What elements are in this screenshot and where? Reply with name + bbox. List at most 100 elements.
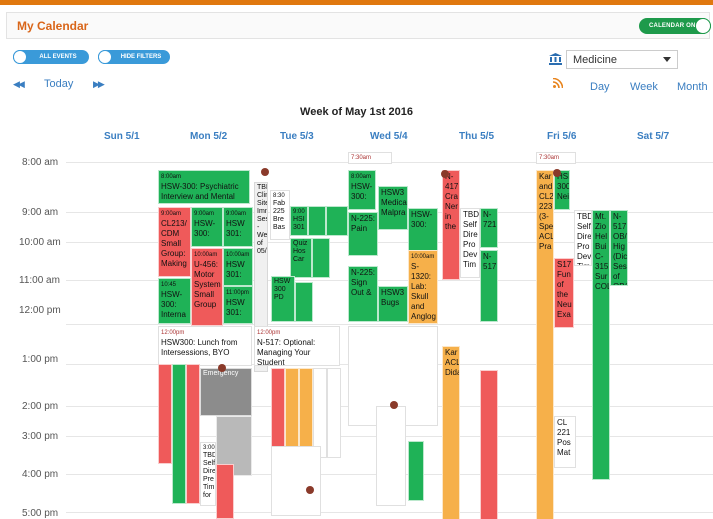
event-tue-hsi301[interactable]: 9:00 HSI 301 [290,206,308,236]
day-header-wed[interactable]: Wed 5/4 [370,131,408,142]
day-header-sun[interactable]: Sun 5/1 [104,131,140,142]
day-header-sat[interactable]: Sat 5/7 [637,131,669,142]
week-title: Week of May 1st 2016 [300,106,413,118]
event-tue-hsi301-b[interactable] [308,206,326,236]
month-view-link[interactable]: Month [677,81,708,93]
event-tue-late[interactable] [271,446,321,516]
event-mon-tbd[interactable]: 3:00 TBD Self Dire Pre Tim for [200,442,216,506]
event-thu-n721[interactable]: N-721 [480,208,498,248]
next-week-icon[interactable]: ▶▶ [93,79,105,90]
day-header-fri[interactable]: Fri 5/6 [547,131,576,142]
week-view-link[interactable]: Week [630,81,658,93]
event-mon-late-1[interactable] [216,464,234,519]
event-wed-hsw300[interactable]: 8:00am HSW-300: [348,170,376,210]
event-title: HSW3 Bugs [381,288,405,307]
event-mon-hsw300-b[interactable]: 10:45 HSW-300: Interna [158,278,191,324]
event-fri-s17[interactable]: S17 Fun of the Neu Exa [554,258,574,328]
event-wed-n225-signout[interactable]: N-225: Sign Out & [348,266,378,322]
event-title: N-517: Optional: Managing Your Student [257,338,316,366]
event-title: TBD Self Dire Pro Dev Tim [577,212,592,265]
event-mon-u456[interactable]: 10:00am U-456: Motor System Small Group [191,248,223,326]
event-mon-emergency[interactable]: Emergency [200,368,252,416]
event-mon-hsw301-c[interactable]: 11:00pm HSW 301: [223,286,253,324]
event-mon-afternoon-3[interactable] [186,364,200,504]
calendar-on-toggle[interactable]: CALENDAR ON [639,18,711,34]
event-title: HSW-300: Psychiatric Interview and Menta… [161,182,239,201]
day-header-tue[interactable]: Tue 5/3 [280,131,314,142]
event-tue-hsi301-c[interactable] [326,206,348,236]
event-tue-quiz[interactable]: Quiz Hos Car [290,238,312,278]
event-mon-hsw301[interactable]: 9:00am HSW 301: [223,207,253,247]
event-mon-afternoon-2[interactable] [172,364,186,504]
event-tue-afternoon-4[interactable] [313,368,327,458]
event-thu-afternoon[interactable] [480,370,498,519]
event-title: TBD Self Dire Pro Dev Tim [463,210,479,269]
toggle-knob [13,50,27,64]
event-wed-s1320[interactable]: 10:00am S-1320: Lab: Skull and Anglog [408,250,438,324]
event-title: N-417 Cra Ner in the [445,172,459,231]
event-mon-cl213[interactable]: 9:00am CL213/ CDM Small Group: Making [158,207,191,277]
event-title: HSI 301 [293,216,305,231]
day-header-thu[interactable]: Thu 5/5 [459,131,494,142]
event-tue-hsw300-b[interactable] [295,282,313,322]
department-select[interactable]: Medicine [566,50,678,69]
event-tue-fab225[interactable]: 8:30 Fab 225 Bre Bas [270,190,290,240]
event-fri-n517[interactable]: N- 517 OB/ Hig (Dic Ses of OB/ COI [610,210,628,286]
event-fri-0730[interactable]: 7:30am [536,152,576,164]
event-tue-afternoon-5[interactable] [327,368,341,458]
conflict-badge-icon [441,170,449,178]
event-tue-n517[interactable]: 12:00pm N-517: Optional: Managing Your S… [254,326,340,366]
event-title: Quiz Hos Car [293,240,308,263]
hide-filters-toggle[interactable]: HIDE FILTERS [98,50,170,64]
today-link[interactable]: Today [44,78,73,90]
institution-icon [549,53,562,65]
event-mon-afternoon-1[interactable] [158,364,172,464]
event-time: 12:00pm [257,330,281,336]
event-thu-kar-acl[interactable]: Kar ACL Dida [442,346,460,519]
previous-week-icon[interactable]: ◀◀ [13,79,25,90]
conflict-badge-icon [306,486,314,494]
event-wed-hsw3-bugs[interactable]: HSW3 Bugs [378,286,408,322]
all-events-toggle[interactable]: ALL EVENTS [13,50,89,64]
week-grid: 8:00am HSW-300: Psychiatric Interview an… [66,146,713,519]
event-wed-hsw3-malpractice[interactable]: HSW3 Medica Malpra [378,186,408,230]
event-fri-kar-cl2[interactable]: Kar and CL2 223 (3- Spe ACL Pra [536,170,554,519]
event-time: 9:00am [226,211,247,217]
hide-filters-label: HIDE FILTERS [120,54,162,60]
time-label: 5:00 pm [22,508,59,519]
event-title: HSW 301: [226,260,245,279]
day-view-link[interactable]: Day [590,81,610,93]
event-thu-n417[interactable]: N-417 Cra Ner in the [442,170,460,280]
event-title: Kar and CL2 223 (3- Spe ACL Pra [539,172,554,251]
event-mon-hsw300[interactable]: 9:00am HSW-300: [191,207,223,247]
time-label: 3:00 pm [22,431,59,442]
calendar-toggle-label: CALENDAR ON [649,23,696,29]
department-selected-value: Medicine [573,54,618,66]
event-tue-afternoon-3[interactable] [299,368,313,458]
event-wed-late-1[interactable] [376,406,406,506]
event-mon-hsw300-psychiatric[interactable]: 8:00am HSW-300: Psychiatric Interview an… [158,170,250,204]
event-tue-morning-2[interactable] [312,238,330,278]
toggle-knob [98,50,112,64]
event-thu-tbd[interactable]: TBD Self Dire Pro Dev Tim [460,208,480,278]
event-mon-hsw300-lunch[interactable]: 12:00pm HSW300: Lunch from Intersessions… [158,326,252,366]
event-wed-0730[interactable]: 7:30am [348,152,392,164]
rss-feed-icon[interactable] [553,78,563,88]
event-fri-cl221[interactable]: CL 221 Pos Mat [554,416,576,468]
event-fri-mtzion[interactable]: Mt. Zio Hel Bui C- 315 Sur COL [592,210,610,480]
event-title: HSW3 Medica Malpra [381,188,407,217]
event-mon-hsw301-b[interactable]: 10:00am HSW 301: [223,248,253,286]
day-header-mon[interactable]: Mon 5/2 [190,131,227,142]
event-thu-n517[interactable]: N-517 [480,250,498,322]
event-wed-late-2[interactable] [408,441,424,501]
event-title: HSW-300: Interna [161,290,186,319]
conflict-badge-icon [261,168,269,176]
event-wed-hsw300-b[interactable]: HSW- 300: [408,208,438,252]
event-title: HSW 300 PD [274,278,291,301]
event-tue-hsw300[interactable]: HSW 300 PD [271,276,295,322]
event-fri-tbd[interactable]: TBD Self Dire Pro Dev Tim [574,210,592,266]
event-title: S17 Fun of the Neu Exa [557,260,572,319]
event-wed-n225-pain[interactable]: N-225: Pain [348,212,378,256]
event-time: 12:00pm [161,330,185,336]
event-time: 7:30am [351,155,372,161]
